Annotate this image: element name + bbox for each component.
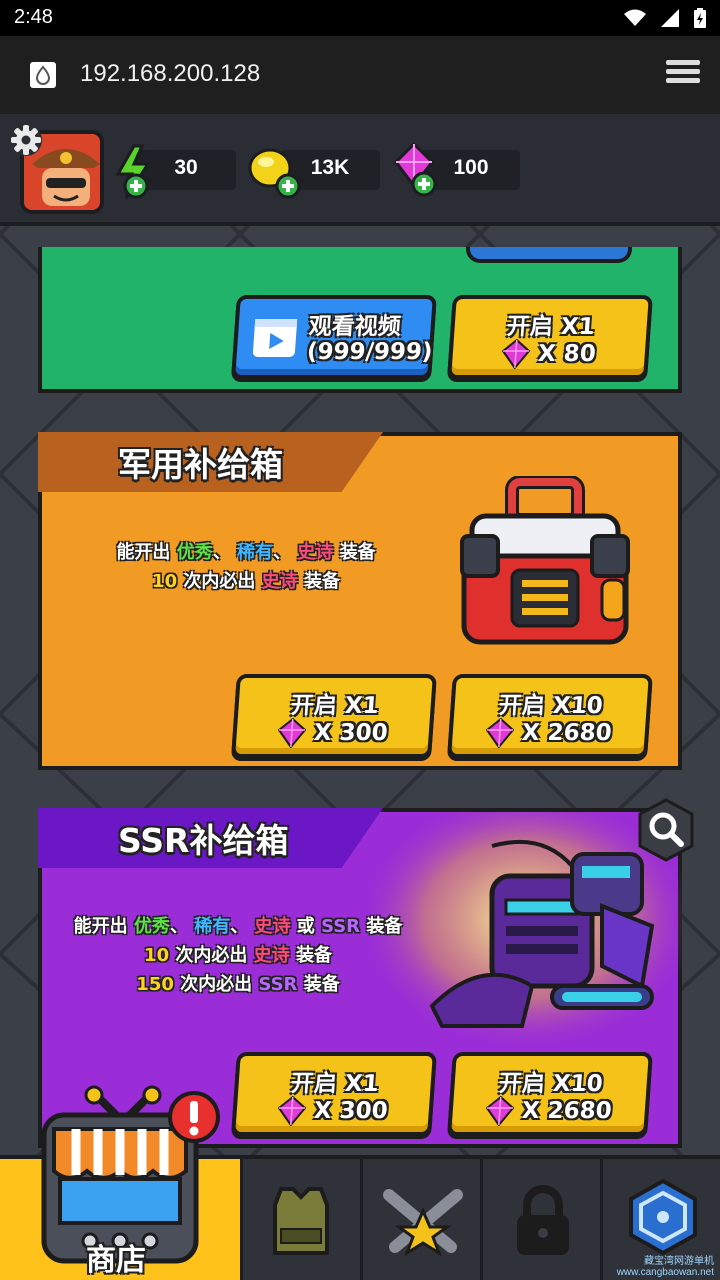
open-x10-cost: X 2680 — [521, 1098, 613, 1124]
open-x1-cost: X 300 — [313, 1098, 389, 1124]
box-image-partial — [466, 247, 632, 263]
lock-icon — [517, 1185, 569, 1255]
nav-settings-hex[interactable]: 藏宝湾网游单机 www.cangbaowan.net — [600, 1159, 720, 1280]
alert-badge-icon — [168, 1091, 220, 1143]
open-x10-label: 开启 X10 — [497, 693, 604, 719]
watermark: 藏宝湾网游单机 www.cangbaowan.net — [616, 1256, 714, 1278]
energy-plus-icon[interactable] — [112, 144, 162, 200]
gem-icon — [277, 1096, 307, 1126]
site-icon — [30, 62, 56, 88]
open-x1-cost: X 300 — [313, 720, 389, 746]
wifi-icon — [624, 9, 646, 26]
armor-vest-icon — [273, 1187, 329, 1255]
watch-video-label: 观看视频 — [307, 314, 402, 340]
status-time: 2:48 — [14, 6, 53, 28]
open-x1-cost: X 80 — [537, 341, 597, 367]
hex-network-icon — [629, 1178, 697, 1256]
settings-gear-icon[interactable] — [8, 122, 44, 158]
ssr-box-title: SSR补给箱 — [38, 808, 383, 868]
open-x1-label: 开启 X1 — [505, 314, 596, 340]
ssr-box-description: 能开出 优秀、 稀有、 史诗 或 SSR 装备 10 次内必出 史诗 装备 15… — [73, 916, 403, 995]
basic-supply-box-panel: 观看视频 (999/999) 开启 X1 X 80 — [38, 247, 682, 393]
nav-equipment[interactable] — [240, 1159, 360, 1280]
ssr-open-x1-button[interactable]: 开启 X1 X 300 — [231, 1052, 437, 1136]
open-x1-label: 开启 X1 — [289, 1071, 380, 1097]
battery-icon — [694, 8, 706, 28]
ssr-open-x10-button[interactable]: 开启 X10 X 2680 — [447, 1052, 653, 1136]
nav-locked[interactable] — [480, 1159, 600, 1280]
military-open-x1-button[interactable]: 开启 X1 X 300 — [231, 674, 437, 758]
url-field[interactable]: 192.168.200.128 — [80, 60, 260, 88]
military-box-title: 军用补给箱 — [38, 432, 383, 492]
status-icons — [624, 8, 706, 28]
military-open-x10-button[interactable]: 开启 X10 X 2680 — [447, 674, 653, 758]
top-hud: 30 13K 100 — [0, 114, 720, 226]
open-x1-label: 开启 X1 — [289, 693, 380, 719]
gem-icon — [277, 718, 307, 748]
status-bar: 2:48 — [0, 0, 720, 36]
nav-shop[interactable]: 商店 — [0, 1085, 240, 1280]
bottom-nav: 商店 藏宝湾网游单机 www.cangbaowan.net — [0, 1085, 720, 1280]
gem-icon — [485, 718, 515, 748]
basic-open-x1-button[interactable]: 开启 X1 X 80 — [447, 295, 653, 379]
military-box-description: 能开出 优秀、 稀有、 史诗 装备 10 次内必出 史诗 装备 — [116, 542, 376, 592]
browser-menu-icon[interactable] — [666, 60, 700, 88]
military-supply-box-panel: 军用补给箱 能开出 优秀、 稀有、 史诗 装备 10 次内必出 史诗 装备 开启… — [38, 432, 682, 770]
open-x10-label: 开启 X10 — [497, 1071, 604, 1097]
gold-plus-icon[interactable] — [248, 144, 308, 200]
military-box-image — [460, 476, 630, 645]
open-x10-cost: X 2680 — [521, 720, 613, 746]
browser-bar: 192.168.200.128 — [0, 36, 720, 114]
gem-icon — [501, 339, 531, 369]
video-icon — [252, 319, 298, 357]
game-area: 30 13K 100 观看视频 (999/999) 开启 X1 X 80 军用补… — [0, 114, 720, 1280]
nav-weapons[interactable] — [360, 1159, 480, 1280]
watch-video-button[interactable]: 观看视频 (999/999) — [231, 295, 437, 379]
gem-icon — [485, 1096, 515, 1126]
ssr-armor-image — [429, 839, 655, 1028]
signal-icon — [661, 9, 679, 27]
crossed-guns-star-icon — [383, 1189, 463, 1257]
shop-label: 商店 — [86, 1243, 146, 1278]
watch-video-count: (999/999) — [306, 339, 434, 365]
gem-plus-icon[interactable] — [392, 142, 442, 198]
